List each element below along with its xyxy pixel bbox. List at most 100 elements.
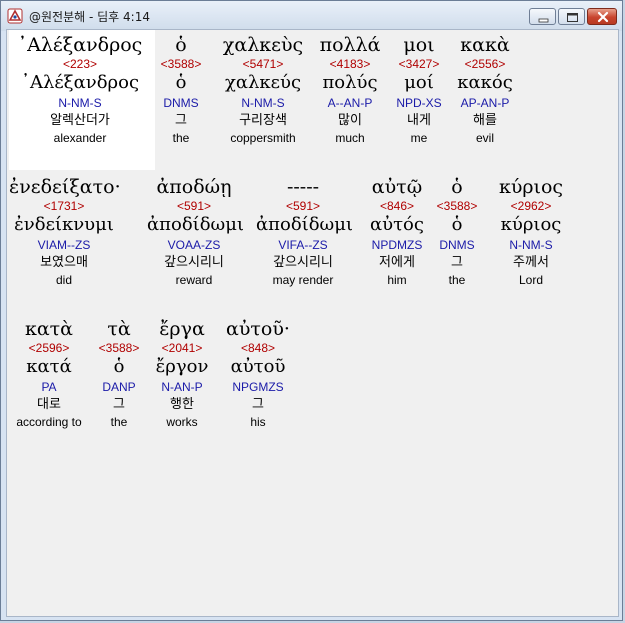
strong-number[interactable]: <591> <box>147 198 241 214</box>
word-cell[interactable]: κακὰ <2556> κακός AP-AN-P 해를 evil <box>451 34 519 146</box>
english-gloss: alexander <box>53 131 107 145</box>
greek-text: κατὰ <box>24 318 74 340</box>
strong-number[interactable]: <2556> <box>451 56 519 72</box>
strong-number[interactable]: <2962> <box>489 198 573 214</box>
korean-gloss: 그 <box>175 113 187 128</box>
word-cell[interactable]: ὁ <3588> ὁ DNMS 그 the <box>432 176 482 288</box>
greek-text: ᾿Αλέξανδρος <box>17 34 143 56</box>
korean-gloss: 내게 <box>407 113 431 128</box>
korean-gloss: 대로 <box>37 397 61 412</box>
word-cell[interactable]: τὰ <3588> ὁ DANP 그 the <box>91 318 147 430</box>
lemma-text: ὁ <box>113 356 125 377</box>
maximize-icon <box>567 13 578 22</box>
korean-gloss: 많이 <box>338 113 362 128</box>
word-cell[interactable]: ᾿Αλέξανδρος <223> ᾿Αλέξανδρος N-NM-S 알렉산… <box>9 34 151 146</box>
lemma-text: ἔργον <box>155 356 209 377</box>
english-gloss: Lord <box>518 273 544 287</box>
greek-text: χαλκεὺς <box>222 34 304 56</box>
lemma-text: ᾿Αλέξανδρος <box>20 72 140 93</box>
parsing-code: N-AN-P <box>161 380 203 394</box>
word-cell[interactable]: ὁ <3588> ὁ DNMS 그 the <box>156 34 206 146</box>
korean-gloss: 주께서 <box>513 255 549 270</box>
app-logo-icon <box>7 8 23 24</box>
word-cell[interactable]: πολλά <4183> πολύς A--AN-P 많이 much <box>312 34 388 146</box>
lemma-text: πολύς <box>322 72 378 93</box>
korean-gloss: 보였으매 <box>40 255 88 270</box>
greek-text: αὐτῷ <box>371 176 423 198</box>
lemma-text: αὐτός <box>370 214 424 235</box>
strong-number[interactable]: <4183> <box>312 56 388 72</box>
strong-number[interactable]: <223> <box>9 56 151 72</box>
lemma-text: ὁ <box>451 214 463 235</box>
close-button[interactable] <box>587 8 617 25</box>
korean-gloss: 해를 <box>473 113 497 128</box>
strong-number[interactable]: <2596> <box>9 340 89 356</box>
english-gloss: may render <box>272 273 334 287</box>
greek-text: ἔργα <box>159 318 205 340</box>
lemma-text: κύριος <box>500 214 562 235</box>
english-gloss: did <box>55 273 72 287</box>
parsing-code: DANP <box>102 380 136 394</box>
word-cell[interactable]: ἀποδώῃ <591> ἀποδίδωμι VOAA-ZS 갚으시리니 rew… <box>147 176 244 288</box>
word-cell[interactable]: ἐνεδείξατο· <1731> ἐνδείκνυμι VIAM--ZS 보… <box>9 176 121 288</box>
korean-gloss: 구리장색 <box>239 113 287 128</box>
korean-gloss: 갚으시리니 <box>164 255 224 270</box>
strong-number[interactable]: <591> <box>256 198 350 214</box>
lemma-text: χαλκεύς <box>224 72 302 93</box>
strong-number[interactable]: <3427> <box>387 56 451 72</box>
parsing-code: VIAM--ZS <box>37 238 91 252</box>
greek-text: ἐνεδείξατο· <box>9 176 121 198</box>
english-gloss: reward <box>175 273 213 287</box>
word-cell[interactable]: μοι <3427> μοί NPD-XS 내게 me <box>387 34 451 146</box>
strong-number[interactable]: <3588> <box>156 56 206 72</box>
greek-text: πολλά <box>319 34 381 56</box>
strong-number[interactable]: <848> <box>221 340 295 356</box>
english-gloss: works <box>166 415 198 429</box>
maximize-button[interactable] <box>558 8 585 25</box>
word-cell[interactable]: ἔργα <2041> ἔργον N-AN-P 행한 works <box>147 318 217 430</box>
korean-gloss: 행한 <box>170 397 194 412</box>
strong-number[interactable]: <5471> <box>213 56 313 72</box>
minimize-button[interactable] <box>529 8 556 25</box>
strong-number[interactable]: <3588> <box>91 340 147 356</box>
lemma-text: ἀποδίδωμι <box>147 214 244 235</box>
parsing-code: A--AN-P <box>327 96 373 110</box>
lemma-text: κακός <box>457 72 513 93</box>
lemma-text: ἀποδίδωμι <box>256 214 353 235</box>
word-cell[interactable]: αὐτῷ <846> αὐτός NPDMZS 저에게 him <box>362 176 432 288</box>
parsing-code: NPGMZS <box>232 380 284 394</box>
greek-text: κακὰ <box>460 34 510 56</box>
parsing-code: PA <box>41 380 57 394</box>
strong-number[interactable]: <846> <box>362 198 432 214</box>
lemma-text: αὐτοῦ <box>230 356 286 377</box>
word-cell[interactable]: κατὰ <2596> κατά PA 대로 according to <box>9 318 89 430</box>
greek-text: ὁ <box>451 176 463 198</box>
english-gloss: me <box>410 131 428 145</box>
greek-text: ἀποδώῃ <box>156 176 232 198</box>
strong-number[interactable]: <2041> <box>147 340 217 356</box>
lemma-text: ἐνδείκνυμι <box>14 214 114 235</box>
parsing-code: N-NM-S <box>58 96 102 110</box>
greek-text: μοι <box>403 34 435 56</box>
lemma-text: ὁ <box>175 72 187 93</box>
english-gloss: his <box>250 415 266 429</box>
parsing-code: NPDMZS <box>371 238 423 252</box>
strong-number[interactable]: <3588> <box>432 198 482 214</box>
greek-text: ὁ <box>175 34 187 56</box>
app-window: @원전분해 - 딤후 4:14 ᾿Αλέξανδρος <223> ᾿Αλέξα… <box>0 0 623 621</box>
parsing-code: DNMS <box>163 96 199 110</box>
word-cell[interactable]: αὐτοῦ· <848> αὐτοῦ NPGMZS 그 his <box>221 318 295 430</box>
word-cell[interactable]: κύριος <2962> κύριος N-NM-S 주께서 Lord <box>489 176 573 288</box>
title-bar[interactable]: @원전분해 - 딤후 4:14 <box>1 1 622 31</box>
korean-gloss: 그 <box>451 255 463 270</box>
english-gloss: the <box>110 415 128 429</box>
english-gloss: the <box>448 273 466 287</box>
close-icon <box>597 11 609 23</box>
parsing-code: DNMS <box>439 238 475 252</box>
english-gloss: much <box>335 131 365 145</box>
word-cell[interactable]: ----- <591> ἀποδίδωμι VIFA--ZS 갚으시리니 may… <box>256 176 353 288</box>
word-cell[interactable]: χαλκεὺς <5471> χαλκεύς N-NM-S 구리장색 coppe… <box>213 34 313 146</box>
parsing-code: N-NM-S <box>509 238 553 252</box>
strong-number[interactable]: <1731> <box>9 198 119 214</box>
korean-gloss: 저에게 <box>379 255 415 270</box>
